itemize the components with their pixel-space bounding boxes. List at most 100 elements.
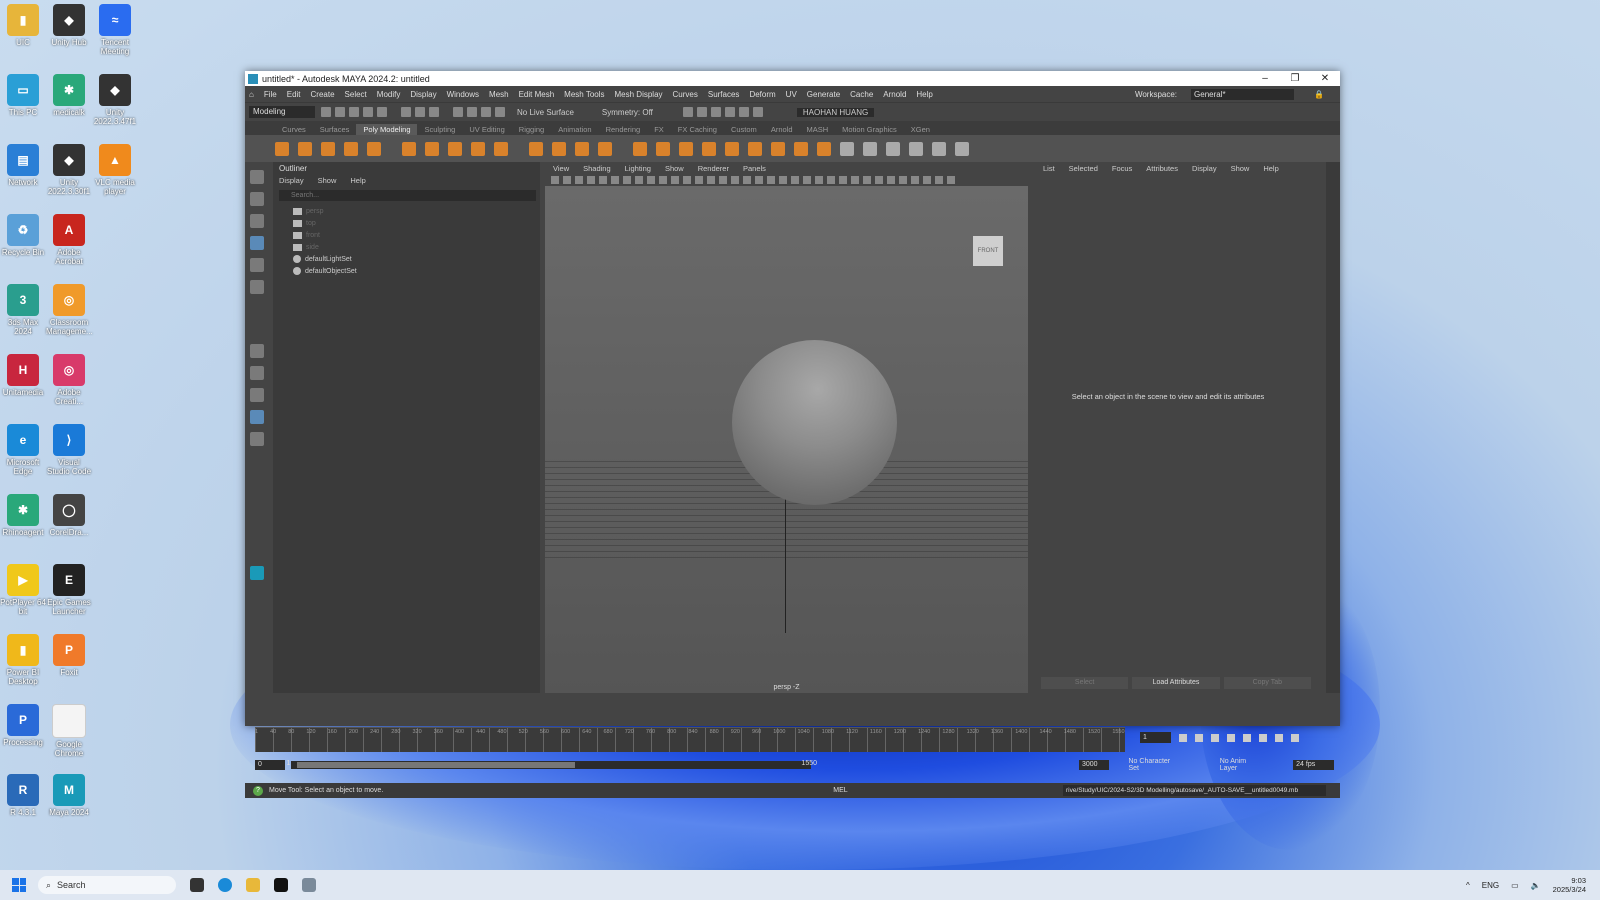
desktop-icon[interactable]: ◎ Adobe Creati... <box>46 354 92 406</box>
outliner-row[interactable]: front <box>273 229 540 241</box>
menu-curves[interactable]: Curves <box>673 90 698 99</box>
outliner-search-input[interactable]: Search... <box>279 190 536 201</box>
outliner-row[interactable]: defaultLightSet <box>273 253 540 265</box>
paint-select-icon[interactable] <box>249 214 264 228</box>
outliner-menu-show[interactable]: Show <box>318 176 337 188</box>
desktop-icon[interactable]: ▮ Power BI Desktop <box>0 634 46 686</box>
autosave-path-field[interactable]: rive/Study/UIC/2024-S2/3D Modelling/auto… <box>1063 785 1326 796</box>
desktop-icon[interactable]: R R 4.3.1 <box>0 774 46 817</box>
desktop-icon[interactable]: ≈ Tencent Meeting <box>92 4 138 56</box>
shelf-tab-poly-modeling[interactable]: Poly Modeling <box>356 124 418 135</box>
desktop-icon[interactable]: E Epic Games Launcher <box>46 564 92 616</box>
viewport-tool-icon[interactable] <box>887 176 895 184</box>
desktop-icon[interactable]: H Unitamedia <box>0 354 46 397</box>
workspace-dropdown[interactable]: General* <box>1191 88 1295 100</box>
edge-taskbar-icon[interactable] <box>218 878 232 892</box>
viewport-menu-panels[interactable]: Panels <box>743 164 766 173</box>
viewport-tool-icon[interactable] <box>755 176 763 184</box>
viewport-tool-icon[interactable] <box>635 176 643 184</box>
snap-curve-icon[interactable] <box>467 107 477 117</box>
shelf-tab-motion-graphics[interactable]: Motion Graphics <box>835 124 904 135</box>
copy-tab-button[interactable]: Copy Tab <box>1223 677 1311 689</box>
desktop-icon[interactable]: A Adobe Acrobat <box>46 214 92 266</box>
bridge-icon[interactable] <box>679 141 693 156</box>
menu-help[interactable]: Help <box>916 90 932 99</box>
desktop-icon[interactable]: ▲ VLC media player <box>92 144 138 196</box>
cube-icon[interactable] <box>298 141 312 156</box>
viewport-tool-icon[interactable] <box>779 176 787 184</box>
viewport-tool-icon[interactable] <box>599 176 607 184</box>
go-to-start-icon[interactable] <box>1179 733 1187 742</box>
snap-view-icon[interactable] <box>495 107 505 117</box>
mel-label[interactable]: MEL <box>833 787 853 794</box>
desktop-icon[interactable]: ⟩ Visual Studio Code <box>46 424 92 476</box>
outliner-row[interactable]: side <box>273 241 540 253</box>
save-scene-icon[interactable] <box>349 107 359 117</box>
open-scene-icon[interactable] <box>335 107 345 117</box>
viewport-tool-icon[interactable] <box>707 176 715 184</box>
viewport-tool-icon[interactable] <box>563 176 571 184</box>
user-account[interactable]: HAOHAN HUANG <box>796 107 875 117</box>
viewport-tool-icon[interactable] <box>731 176 739 184</box>
four-view-layout-icon[interactable] <box>249 366 264 380</box>
network-icon[interactable]: ▭ <box>1511 881 1519 890</box>
shelf-tab-fx-caching[interactable]: FX Caching <box>671 124 724 135</box>
windows-start-icon[interactable] <box>12 878 26 892</box>
torus-icon[interactable] <box>367 141 381 156</box>
combine-icon[interactable] <box>552 141 566 156</box>
shelf-tab-custom[interactable]: Custom <box>724 124 764 135</box>
live-surface-label[interactable]: No Live Surface <box>517 108 574 117</box>
single-perspective-layout-icon[interactable] <box>249 344 264 358</box>
menu-generate[interactable]: Generate <box>807 90 840 99</box>
load-attributes-button[interactable]: Load Attributes <box>1132 677 1220 689</box>
menu-edit[interactable]: Edit <box>287 90 301 99</box>
fps-dropdown[interactable]: 24 fps <box>1293 760 1334 770</box>
desktop-icon[interactable]: ✱ Rhinoagent <box>0 494 46 537</box>
symmetry-label[interactable]: Symmetry: Off <box>602 108 653 117</box>
desktop-icon[interactable]: ▶ PotPlayer 64 bit <box>0 564 46 616</box>
step-forward-frame-icon[interactable] <box>1259 733 1267 742</box>
lock-icon[interactable]: 🔒 <box>1314 90 1324 99</box>
render-view-icon[interactable] <box>682 107 693 117</box>
home-icon[interactable]: ⌂ <box>249 90 254 99</box>
separate-icon[interactable] <box>575 141 589 156</box>
attribute-tab-list[interactable]: List <box>1043 164 1055 173</box>
desktop-icon[interactable]: 3 3ds Max 2024 <box>0 284 46 336</box>
viewport-tool-icon[interactable] <box>587 176 595 184</box>
play-forward-icon[interactable] <box>1243 733 1251 742</box>
disc-icon[interactable] <box>425 141 439 156</box>
shelf-tab-uv-editing[interactable]: UV Editing <box>462 124 511 135</box>
menu-edit-mesh[interactable]: Edit Mesh <box>519 90 555 99</box>
tiktok-icon[interactable] <box>274 878 288 892</box>
viewport-tool-icon[interactable] <box>767 176 775 184</box>
end-time-field[interactable]: 3000 <box>1079 760 1109 770</box>
select-object-icon[interactable] <box>415 107 425 117</box>
outliner-row[interactable]: persp <box>273 205 540 217</box>
tray-expand-icon[interactable]: ^ <box>1466 881 1470 890</box>
lasso-tool-icon[interactable] <box>249 192 264 206</box>
shelf-tab-xgen[interactable]: XGen <box>904 124 937 135</box>
scale-tool-icon[interactable] <box>249 280 264 294</box>
viewport-tool-icon[interactable] <box>827 176 835 184</box>
viewport-tool-icon[interactable] <box>875 176 883 184</box>
desktop-icon[interactable]: M Maya 2024 <box>46 774 92 817</box>
shelf-tab-mash[interactable]: MASH <box>800 124 836 135</box>
connect-icon[interactable] <box>817 141 831 156</box>
viewport-menu-lighting[interactable]: Lighting <box>625 164 651 173</box>
menu-cache[interactable]: Cache <box>850 90 873 99</box>
file-explorer-icon[interactable] <box>246 878 260 892</box>
outliner-row[interactable]: top <box>273 217 540 229</box>
character-set-dropdown[interactable]: No Character Set <box>1129 758 1180 772</box>
menu-windows[interactable]: Windows <box>447 90 479 99</box>
outliner-menu-display[interactable]: Display <box>279 176 304 188</box>
desktop-icon[interactable]: e Microsoft Edge <box>0 424 46 476</box>
select-tool-icon[interactable] <box>249 170 264 184</box>
cone-icon[interactable] <box>344 141 358 156</box>
menu-deform[interactable]: Deform <box>749 90 775 99</box>
collapse-icon[interactable] <box>886 141 900 156</box>
title-bar[interactable]: untitled* - Autodesk MAYA 2024.2: untitl… <box>245 71 1340 86</box>
two-pane-layout-icon[interactable] <box>249 388 264 402</box>
attribute-tab-help[interactable]: Help <box>1263 164 1278 173</box>
super-shape-icon[interactable] <box>471 141 485 156</box>
viewport-tool-icon[interactable] <box>911 176 919 184</box>
